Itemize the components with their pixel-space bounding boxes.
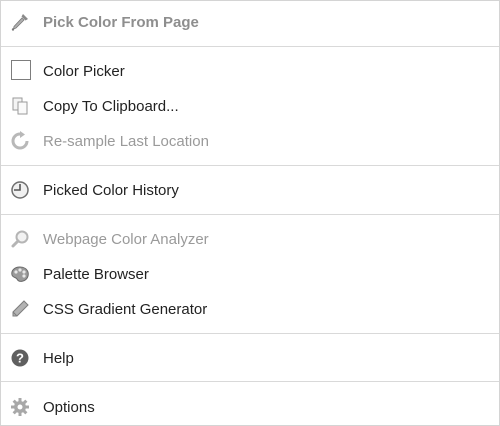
- separator: [1, 333, 499, 334]
- gear-icon: [9, 396, 31, 418]
- menu-item-copy-clipboard[interactable]: Copy To Clipboard...: [1, 89, 499, 123]
- separator: [1, 381, 499, 382]
- menu-item-label: CSS Gradient Generator: [43, 300, 208, 318]
- menu-item-pick-color[interactable]: Pick Color From Page: [1, 5, 499, 39]
- magnifier-icon: [9, 228, 31, 250]
- clipboard-pages-icon: [9, 95, 31, 117]
- eyedropper-icon: [9, 11, 31, 33]
- refresh-icon: [9, 130, 31, 152]
- separator: [1, 214, 499, 215]
- help-icon: ?: [9, 347, 31, 369]
- checkbox[interactable]: [10, 59, 32, 81]
- clock-icon: [9, 179, 31, 201]
- context-menu: Pick Color From Page Color Picker Copy T…: [0, 0, 500, 426]
- menu-item-options[interactable]: Options: [1, 390, 499, 424]
- menu-item-resample[interactable]: Re-sample Last Location: [1, 124, 499, 158]
- menu-item-label: Help: [43, 349, 74, 367]
- menu-item-gradient[interactable]: CSS Gradient Generator: [1, 292, 499, 326]
- menu-item-label: Copy To Clipboard...: [43, 97, 179, 115]
- separator: [1, 46, 499, 47]
- menu-item-help[interactable]: ? Help: [1, 341, 499, 375]
- menu-item-label: Color Picker: [43, 62, 125, 80]
- menu-item-label: Re-sample Last Location: [43, 132, 209, 150]
- menu-item-color-picker[interactable]: Color Picker: [1, 54, 499, 88]
- menu-item-history[interactable]: Picked Color History: [1, 173, 499, 207]
- menu-item-label: Options: [43, 398, 95, 416]
- menu-item-label: Webpage Color Analyzer: [43, 230, 209, 248]
- pencil-icon: [9, 298, 31, 320]
- palette-icon: [9, 263, 31, 285]
- menu-item-analyzer[interactable]: Webpage Color Analyzer: [1, 222, 499, 256]
- menu-item-label: Picked Color History: [43, 181, 179, 199]
- svg-text:?: ?: [16, 351, 24, 366]
- separator: [1, 165, 499, 166]
- menu-item-palette[interactable]: Palette Browser: [1, 257, 499, 291]
- menu-item-label: Pick Color From Page: [43, 13, 199, 31]
- menu-item-label: Palette Browser: [43, 265, 149, 283]
